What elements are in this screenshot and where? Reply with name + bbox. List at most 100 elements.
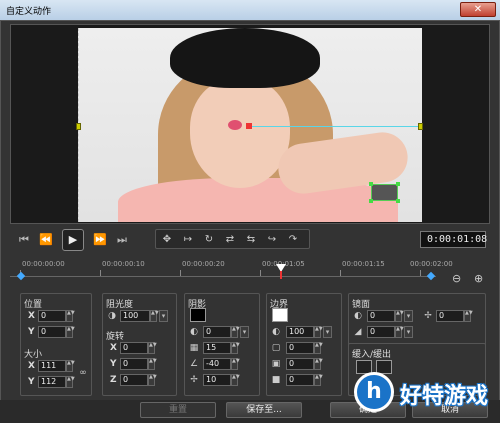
- motion-path-start-point[interactable]: [246, 123, 252, 129]
- position-x-input[interactable]: 0: [38, 310, 66, 322]
- opacity-spinner[interactable]: ▲▼: [150, 310, 159, 322]
- border-opacity-spinner[interactable]: ▲▼: [314, 326, 323, 338]
- mirror-fade-dropdown[interactable]: ▾: [404, 326, 413, 338]
- size-x-spinner[interactable]: ▲▼: [66, 360, 75, 372]
- ruler-tick: [100, 270, 101, 276]
- position-y-input[interactable]: 0: [38, 326, 66, 338]
- shadow-distance-icon: ✢: [190, 375, 198, 385]
- size-x-input[interactable]: 111: [38, 360, 66, 372]
- redo-keyframe-icon[interactable]: ↷: [286, 233, 300, 247]
- zoom-out-icon[interactable]: ⊖: [452, 272, 461, 285]
- reverse-keyframe-icon[interactable]: ⇆: [244, 233, 258, 247]
- move-keyframe-icon[interactable]: ↦: [181, 233, 195, 247]
- shadow-blur-input[interactable]: 15: [203, 342, 231, 354]
- size-x-label: X: [28, 361, 35, 371]
- mirror-opacity-spinner[interactable]: ▲▼: [395, 310, 404, 322]
- play-button[interactable]: ▶: [62, 229, 84, 251]
- overlay-corner-handle[interactable]: [396, 199, 400, 203]
- position-y-spinner[interactable]: ▲▼: [66, 326, 75, 338]
- rotation-z-spinner[interactable]: ▲▼: [148, 374, 157, 386]
- overlay-corner-handle[interactable]: [369, 199, 373, 203]
- shadow-opacity-dropdown[interactable]: ▾: [240, 326, 249, 338]
- shadow-blur-spinner[interactable]: ▲▼: [231, 342, 240, 354]
- mirror-fade-icon: ◢: [354, 327, 362, 337]
- shadow-opacity-input[interactable]: 0: [203, 326, 231, 338]
- mirror-opacity-icon: ◐: [354, 311, 362, 321]
- mirror-offset-spinner[interactable]: ▲▼: [464, 310, 473, 322]
- shadow-angle-spinner[interactable]: ▲▼: [231, 358, 240, 370]
- add-keyframe-icon[interactable]: ✥: [160, 233, 174, 247]
- shadow-distance-spinner[interactable]: ▲▼: [231, 374, 240, 386]
- timeline-ruler[interactable]: 00:00:00:00 00:00:00:10 00:00:00:20 00:0…: [10, 258, 490, 288]
- link-aspect-icon[interactable]: ∞: [78, 368, 88, 378]
- keyframe-marker[interactable]: [426, 271, 436, 281]
- mirror-fade-spinner[interactable]: ▲▼: [395, 326, 404, 338]
- position-x-spinner[interactable]: ▲▼: [66, 310, 75, 322]
- position-label: 位置: [24, 300, 43, 310]
- size-y-input[interactable]: 112: [38, 376, 66, 388]
- reset-button[interactable]: 重置: [140, 402, 216, 418]
- opacity-label: 阻光度: [106, 300, 134, 310]
- ruler-baseline: [10, 276, 436, 277]
- timecode-display[interactable]: 0:00:01:08: [420, 231, 487, 248]
- go-to-end-icon[interactable]: ⏭: [114, 232, 130, 248]
- size-y-label: Y: [28, 377, 35, 387]
- overlay-corner-handle[interactable]: [369, 182, 373, 186]
- go-to-start-icon[interactable]: ⏮: [16, 232, 32, 248]
- overlay-object[interactable]: [371, 184, 398, 201]
- border-fill-spinner[interactable]: ▲▼: [314, 374, 323, 386]
- opacity-input[interactable]: 100: [120, 310, 150, 322]
- next-frame-icon[interactable]: ⏩: [92, 232, 108, 248]
- next-keyframe-icon[interactable]: ↪: [265, 233, 279, 247]
- overlay-corner-handle[interactable]: [396, 182, 400, 186]
- motion-path-line[interactable]: [250, 126, 420, 127]
- rotation-z-input[interactable]: 0: [120, 374, 148, 386]
- rotation-x-spinner[interactable]: ▲▼: [148, 342, 157, 354]
- border-opacity-input[interactable]: 100: [286, 326, 314, 338]
- rotation-y-spinner[interactable]: ▲▼: [148, 358, 157, 370]
- border-width-input[interactable]: 0: [286, 342, 314, 354]
- border-blur-spinner[interactable]: ▲▼: [314, 358, 323, 370]
- shadow-angle-icon: ∠: [189, 359, 199, 369]
- rotation-x-label: X: [110, 343, 117, 353]
- close-button[interactable]: ✕: [460, 2, 496, 17]
- keyframe-toolbar: ✥ ↦ ↻ ⇄ ⇆ ↪ ↷: [155, 229, 310, 249]
- position-x-label: X: [28, 311, 35, 321]
- border-width-spinner[interactable]: ▲▼: [314, 342, 323, 354]
- border-fill-input[interactable]: 0: [286, 374, 314, 386]
- ruler-label: 00:00:00:00: [22, 260, 65, 268]
- opacity-dropdown[interactable]: ▾: [159, 310, 168, 322]
- save-to-button[interactable]: 保存至...: [226, 402, 302, 418]
- left-resize-handle[interactable]: [76, 123, 81, 130]
- mirror-fade-input[interactable]: 0: [367, 326, 395, 338]
- mirror-opacity-input[interactable]: 0: [367, 310, 395, 322]
- keyframe-marker[interactable]: [16, 271, 26, 281]
- shadow-angle-input[interactable]: -40: [203, 358, 231, 370]
- border-opacity-dropdown[interactable]: ▾: [323, 326, 332, 338]
- position-y-label: Y: [28, 327, 35, 337]
- ruler-tick: [180, 270, 181, 276]
- border-blur-input[interactable]: 0: [286, 358, 314, 370]
- watermark-text: 好特游戏: [400, 384, 489, 409]
- mirror-offset-input[interactable]: 0: [436, 310, 464, 322]
- shadow-opacity-spinner[interactable]: ▲▼: [231, 326, 240, 338]
- rotate-keyframe-icon[interactable]: ↻: [202, 233, 216, 247]
- border-color-swatch[interactable]: [272, 308, 288, 322]
- shadow-distance-input[interactable]: 10: [203, 374, 231, 386]
- mirror-opacity-dropdown[interactable]: ▾: [404, 310, 413, 322]
- rotation-x-input[interactable]: 0: [120, 342, 148, 354]
- border-fill-icon: ■: [271, 375, 281, 385]
- rotation-y-input[interactable]: 0: [120, 358, 148, 370]
- ruler-tick: [340, 270, 341, 276]
- mirror-label: 镜面: [352, 300, 371, 310]
- border-width-icon: ▢: [271, 343, 281, 353]
- swap-keyframe-icon[interactable]: ⇄: [223, 233, 237, 247]
- right-resize-handle[interactable]: [418, 123, 423, 130]
- shadow-color-swatch[interactable]: [190, 308, 206, 322]
- opacity-icon: ◑: [108, 311, 116, 321]
- previous-frame-icon[interactable]: ⏪: [38, 232, 54, 248]
- zoom-in-icon[interactable]: ⊕: [474, 272, 483, 285]
- mirror-offset-icon: ✢: [424, 311, 432, 321]
- size-y-spinner[interactable]: ▲▼: [66, 376, 75, 388]
- ruler-tick: [260, 270, 261, 276]
